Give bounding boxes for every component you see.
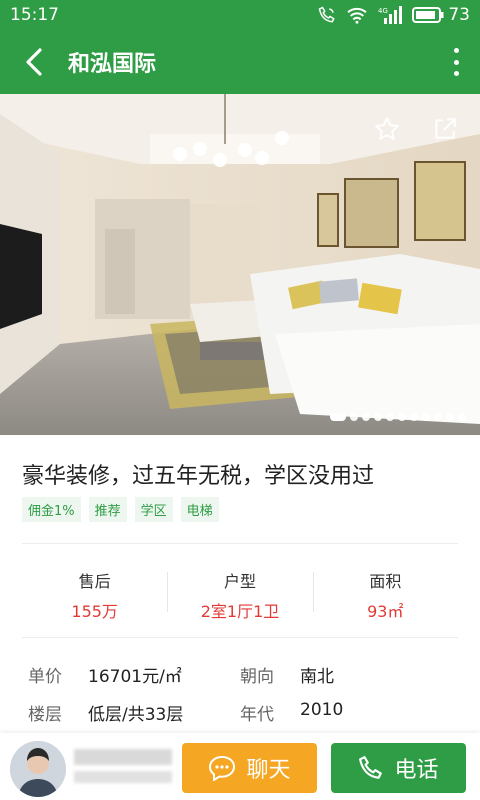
gallery-dot[interactable] — [374, 413, 382, 421]
stat-label: 面积 — [369, 572, 402, 591]
stat-label: 户型 — [223, 572, 256, 591]
gallery-dot[interactable] — [446, 413, 454, 421]
stat-value: 93㎡ — [367, 602, 404, 621]
listing-title: 豪华装修，过五年无税，学区没用过 — [22, 464, 375, 489]
app-bar: 和泓国际 — [0, 30, 480, 94]
gallery-dot[interactable] — [434, 413, 442, 421]
detail-label: 单价 — [28, 667, 62, 687]
listing-photo-gallery[interactable] — [0, 94, 480, 435]
call-button-label: 电话 — [394, 758, 439, 783]
agent-name-blurred — [74, 749, 172, 765]
more-vertical-icon — [453, 48, 459, 53]
stat-value: 155万 — [71, 602, 118, 621]
avatar-photo — [10, 741, 66, 797]
bottom-action-bar: 聊天 电话 — [0, 733, 480, 800]
star-icon[interactable] — [374, 116, 400, 142]
status-time: 15:17 — [10, 5, 59, 25]
property-details: 单价 16701元/㎡ 朝向 南北楼层 低层/共33层 年代 2010 — [28, 662, 458, 738]
detail-row: 单价 16701元/㎡ 朝向 南北 — [28, 662, 458, 687]
key-stats: 售后 155万 户型 2室1厅1卫 面积 93㎡ — [22, 562, 458, 621]
wifi-call-icon — [319, 6, 336, 23]
detail-label: 朝向 — [240, 667, 274, 687]
listing-tag: 推荐 — [88, 497, 127, 522]
detail-value: 低层/共33层 — [88, 705, 184, 725]
detail-value: 2010 — [300, 700, 344, 720]
chat-bubble-icon — [209, 755, 236, 781]
stat-item: 户型 2室1厅1卫 — [167, 562, 312, 621]
gallery-dot[interactable] — [362, 413, 370, 421]
detail-label: 年代 — [240, 705, 274, 725]
status-bar: 15:17 4G 73 — [0, 0, 480, 30]
chat-button-label: 聊天 — [246, 758, 291, 783]
divider — [22, 637, 458, 638]
detail-label: 楼层 — [28, 705, 62, 725]
call-button[interactable]: 电话 — [331, 743, 466, 793]
stat-label: 售后 — [78, 572, 111, 591]
stat-value: 2室1厅1卫 — [200, 602, 280, 621]
wifi-icon — [347, 7, 368, 24]
detail-value: 南北 — [300, 667, 334, 687]
gallery-dot[interactable] — [386, 413, 394, 421]
listing-tags: 佣金1% 推荐 学区 电梯 — [22, 497, 219, 522]
gallery-dot[interactable] — [330, 413, 346, 421]
stat-item: 面积 93㎡ — [312, 562, 458, 621]
page-title: 和泓国际 — [68, 52, 157, 77]
agent-avatar[interactable] — [10, 741, 66, 797]
agent-phone-blurred — [74, 771, 172, 783]
stat-item: 售后 155万 — [22, 562, 167, 621]
detail-row: 楼层 低层/共33层 年代 2010 — [28, 700, 458, 725]
living-room-photo — [0, 94, 480, 435]
listing-tag: 佣金1% — [22, 497, 81, 522]
chat-button[interactable]: 聊天 — [182, 743, 317, 793]
gallery-dot[interactable] — [422, 413, 430, 421]
back-button[interactable] — [0, 30, 68, 94]
gallery-dot[interactable] — [350, 413, 358, 421]
phone-icon — [359, 756, 383, 779]
gallery-dot[interactable] — [458, 413, 466, 421]
status-icons: 4G 73 — [318, 5, 470, 25]
detail-value: 16701元/㎡ — [88, 667, 182, 687]
svg-text:4G: 4G — [378, 7, 388, 15]
divider — [22, 543, 458, 544]
gallery-dot[interactable] — [410, 413, 418, 421]
gallery-actions — [374, 116, 458, 142]
battery-icon — [412, 7, 444, 23]
chevron-left-icon — [26, 48, 42, 76]
more-button[interactable] — [446, 48, 466, 76]
listing-tag: 学区 — [134, 497, 173, 522]
battery-percent: 73 — [448, 5, 470, 25]
share-icon[interactable] — [432, 116, 458, 142]
gallery-dot[interactable] — [398, 413, 406, 421]
listing-tag: 电梯 — [180, 497, 219, 522]
gallery-pagination — [330, 413, 466, 421]
signal-4g-icon: 4G — [378, 6, 403, 24]
